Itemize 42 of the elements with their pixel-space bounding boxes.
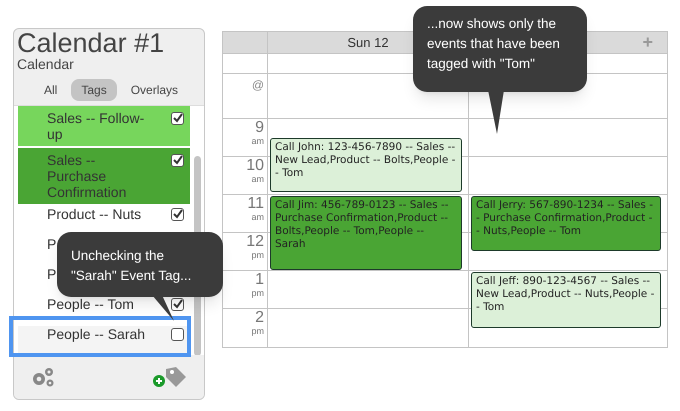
tooltip-pointer xyxy=(488,90,504,134)
period-label: am xyxy=(251,212,264,222)
hour-label: 1 xyxy=(255,271,264,288)
tag-item[interactable]: People -- Sarah xyxy=(47,326,146,342)
checkbox[interactable] xyxy=(171,328,184,341)
calendar-title: Calendar #1 xyxy=(16,29,166,57)
callout-tooltip: ...now shows only the events that have been tagged with "Tom" xyxy=(413,6,587,92)
tag-item[interactable]: P xyxy=(47,236,56,252)
period-label: pm xyxy=(251,288,264,298)
day-header: Sun 12 xyxy=(347,34,389,52)
calendar-event[interactable]: Call Jeff: 890-123-4567 -- Sales -- New Lead,Product -- Nuts,People -- Tom xyxy=(471,272,661,328)
add-tag-icon[interactable] xyxy=(152,365,188,389)
tag-item[interactable]: Sales -- Follow-up xyxy=(18,106,190,146)
hour-label: 2 xyxy=(255,309,264,326)
checkbox[interactable] xyxy=(171,154,184,167)
checkbox[interactable] xyxy=(171,298,184,311)
gears-icon[interactable] xyxy=(30,366,56,388)
checkbox[interactable] xyxy=(171,112,184,125)
period-label: pm xyxy=(251,326,264,336)
calendar-event[interactable]: Call John: 123-456-7890 -- Sales -- New Lead,Product -- Bolts,People -- Tom xyxy=(270,138,462,192)
tag-item-row[interactable]: People -- Sarah xyxy=(18,326,190,355)
period-label: am xyxy=(251,174,264,184)
hour-label: 10 xyxy=(246,157,264,174)
period-label: pm xyxy=(251,250,264,260)
calendar-event[interactable]: Call Jerry: 567-890-1234 -- Sales -- Purchase Confirmation,Product -- Nuts,People -- Tom xyxy=(471,196,661,251)
tag-item[interactable]: Product -- Nuts xyxy=(47,206,142,222)
tab[interactable]: Overlays xyxy=(120,79,188,101)
tab[interactable]: All xyxy=(34,79,68,101)
calendar-subtitle: Calendar xyxy=(16,57,75,71)
checkbox[interactable] xyxy=(171,208,184,221)
tag-item[interactable]: P xyxy=(47,266,56,282)
period-label: am xyxy=(251,136,264,146)
hour-label: 11 xyxy=(247,195,264,212)
tag-item[interactable]: People -- Tom xyxy=(47,296,134,312)
time-label: @ xyxy=(252,77,264,91)
tooltip-pointer xyxy=(152,295,176,321)
tab[interactable]: Tags xyxy=(71,79,117,101)
callout-tooltip: Unchecking the "Sarah" Event Tag... xyxy=(57,232,223,297)
hour-label: 9 xyxy=(255,119,264,136)
hour-label: 12 xyxy=(246,233,264,250)
calendar-event[interactable]: Call Jim: 456-789-0123 -- Sales -- Purchase Confirmation,Product -- Bolts,People -- Tom,People -- Sarah xyxy=(270,196,462,270)
tag-item[interactable]: Sales -- Purchase Confirmation xyxy=(18,148,190,204)
